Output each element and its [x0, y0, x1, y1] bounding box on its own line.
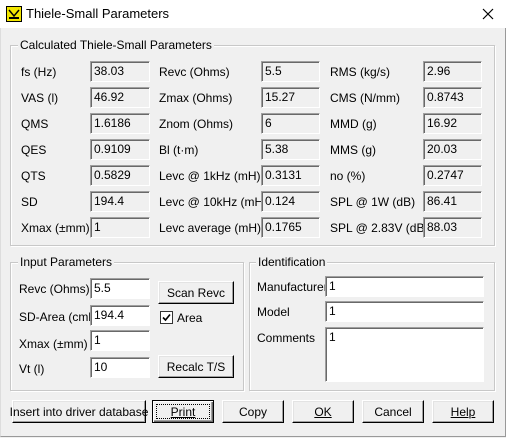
fs-value: 38.03: [90, 61, 150, 82]
revc-input-label: Revc (Ohms): [19, 282, 90, 296]
cms-label: CMS (N/mm): [330, 91, 400, 105]
sd-area-label: SD-Area (cml): [19, 310, 96, 324]
spl-1w-value: 86.41: [423, 191, 482, 212]
vt-label: Vt (l): [19, 362, 45, 376]
close-button[interactable]: [470, 0, 506, 28]
vas-value: 46.92: [90, 87, 150, 108]
sd-area-input[interactable]: 194.4: [90, 305, 150, 326]
print-button-label: Print: [170, 404, 196, 419]
spl-283v-value: 88.03: [423, 217, 482, 238]
rms-label: RMS (kg/s): [330, 65, 390, 79]
bl-value: 5.38: [261, 139, 320, 160]
sd-label: SD: [21, 195, 38, 209]
cancel-button[interactable]: Cancel: [362, 400, 424, 423]
copy-button[interactable]: Copy: [222, 400, 284, 423]
xmax-input-label: Xmax (±mm): [19, 337, 88, 351]
model-label: Model: [257, 305, 290, 319]
spl-283v-label: SPL @ 2.83V (dB): [330, 221, 429, 235]
recalc-ts-button[interactable]: Recalc T/S: [158, 355, 234, 378]
identification-title: Identification: [256, 255, 328, 269]
manufacturer-label: Manufacturer: [257, 280, 328, 294]
cancel-button-label: Cancel: [374, 404, 412, 419]
levc-10khz-label: Levc @ 10kHz (mH): [159, 195, 268, 209]
input-parameters-title: Input Parameters: [18, 255, 115, 269]
help-button-label: Help: [450, 404, 476, 419]
manufacturer-input[interactable]: 1: [325, 276, 484, 297]
ok-button-label: OK: [314, 404, 332, 419]
cms-value: 0.8743: [423, 87, 482, 108]
help-button[interactable]: Help: [432, 400, 494, 423]
vt-input[interactable]: 10: [90, 357, 150, 378]
xmax-calc-value: 1: [90, 217, 150, 238]
levc-average-label: Levc average (mH): [159, 221, 262, 235]
qes-value: 0.9109: [90, 139, 150, 160]
window-title: Thiele-Small Parameters: [26, 6, 170, 21]
fs-label: fs (Hz): [21, 65, 57, 79]
revc-calc-label: Revc (Ohms): [159, 65, 230, 79]
rms-value: 2.96: [423, 61, 482, 82]
revc-calc-value: 5.5: [261, 61, 320, 82]
recalc-ts-button-label: Recalc T/S: [166, 359, 226, 374]
area-checkbox-label[interactable]: Area: [177, 311, 202, 325]
scan-revc-button-label: Scan Revc: [166, 285, 226, 300]
checkmark-icon: [162, 313, 171, 322]
insert-into-database-button[interactable]: Insert into driver database: [9, 400, 149, 423]
app-icon[interactable]: [6, 6, 22, 22]
mmd-value: 16.92: [423, 113, 482, 134]
calculated-parameters-title: Calculated Thiele-Small Parameters: [18, 38, 214, 52]
qms-label: QMS: [21, 117, 49, 131]
print-button[interactable]: Print: [152, 400, 214, 423]
model-input[interactable]: 1: [325, 301, 484, 322]
zmax-label: Zmax (Ohms): [159, 91, 233, 105]
spl-1w-label: SPL @ 1W (dB): [330, 195, 416, 209]
area-checkbox[interactable]: [160, 311, 173, 324]
znom-label: Znom (Ohms): [159, 117, 234, 131]
comments-textarea[interactable]: 1: [325, 327, 484, 382]
qts-label: QTS: [21, 169, 46, 183]
mmd-label: MMD (g): [330, 117, 377, 131]
mms-value: 20.03: [423, 139, 482, 160]
levc-1khz-value: 0.3131: [261, 165, 320, 186]
bl-label: Bl (t·m): [159, 143, 199, 157]
levc-average-value: 0.1765: [261, 217, 320, 238]
ok-button[interactable]: OK: [292, 400, 354, 423]
insert-into-database-button-label: Insert into driver database: [9, 404, 149, 419]
close-icon: [482, 8, 494, 20]
zmax-value: 15.27: [261, 87, 320, 108]
xmax-input[interactable]: 1: [90, 330, 150, 351]
copy-button-label: Copy: [238, 404, 267, 419]
qms-value: 1.6186: [90, 113, 150, 134]
mms-label: MMS (g): [330, 143, 376, 157]
qes-label: QES: [21, 143, 47, 157]
qts-value: 0.5829: [90, 165, 150, 186]
revc-input[interactable]: 5.5: [90, 278, 150, 299]
no-label: no (%): [330, 169, 366, 183]
sd-value: 194.4: [90, 191, 150, 212]
scan-revc-button[interactable]: Scan Revc: [158, 281, 234, 304]
comments-label: Comments: [257, 331, 316, 345]
vas-label: VAS (l): [21, 91, 59, 105]
xmax-calc-label: Xmax (±mm): [21, 221, 90, 235]
no-value: 0.2747: [423, 165, 482, 186]
znom-value: 6: [261, 113, 320, 134]
levc-1khz-label: Levc @ 1kHz (mH): [159, 169, 261, 183]
levc-10khz-value: 0.124: [261, 191, 320, 212]
